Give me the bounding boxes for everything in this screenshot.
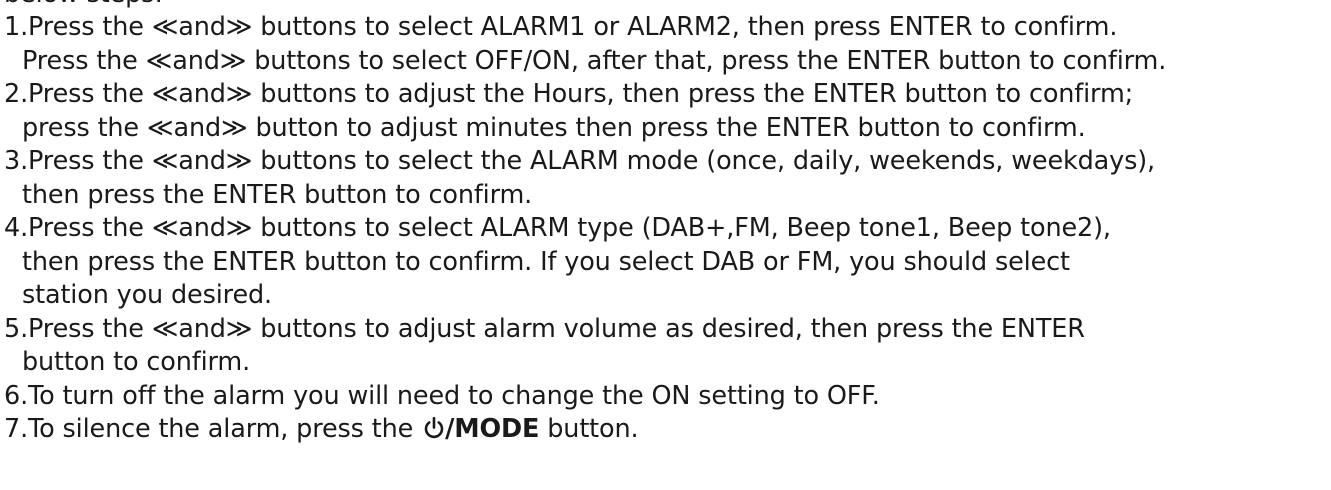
step-continuation-line: press the ≪and≫ button to adjust minutes… (0, 112, 1331, 146)
power-icon (423, 416, 445, 440)
step-first-line: 2.Press the ≪and≫ buttons to adjust the … (0, 78, 1331, 112)
step-item: 2.Press the ≪and≫ buttons to adjust the … (0, 78, 1331, 145)
step-continuation-line: then press the ENTER button to confirm. (0, 179, 1331, 213)
step-item: 7.To silence the alarm, press the /MODE … (0, 413, 1331, 447)
step-text: Press the ≪and≫ buttons to select ALARM … (28, 213, 1111, 243)
step-text: To silence the alarm, press the (28, 414, 422, 444)
manual-page: below steps: 1.Press the ≪and≫ buttons t… (0, 0, 1331, 490)
step-text: Press the ≪and≫ buttons to select the AL… (28, 146, 1155, 176)
step-text: station you desired. (22, 280, 272, 310)
step-text: Press the ≪and≫ buttons to select ALARM1… (28, 12, 1118, 42)
step-number: 5. (4, 313, 29, 344)
step-text: button to confirm. (22, 347, 251, 377)
step-number: 7. (4, 414, 29, 444)
step-first-line: 5.Press the ≪and≫ buttons to adjust alar… (0, 313, 1331, 347)
step-text: then press the ENTER button to confirm. … (22, 246, 1070, 277)
step-first-line: 6.To turn off the alarm you will need to… (0, 380, 1331, 414)
step-first-line: 1.Press the ≪and≫ buttons to select ALAR… (0, 11, 1331, 45)
step-text: To turn off the alarm you will need to c… (28, 380, 880, 411)
step-item: 6.To turn off the alarm you will need to… (0, 380, 1331, 414)
intro-fragment: below steps: (4, 0, 163, 12)
step-continuation-line: then press the ENTER button to confirm. … (0, 246, 1331, 280)
step-item: 4.Press the ≪and≫ buttons to select ALAR… (0, 212, 1331, 313)
step-item: 1.Press the ≪and≫ buttons to select ALAR… (0, 11, 1331, 78)
step-item: 3.Press the ≪and≫ buttons to select the … (0, 145, 1331, 212)
step-text: Press the ≪and≫ buttons to adjust alarm … (28, 313, 1085, 344)
step-number: 6. (4, 380, 29, 411)
step-first-line: 4.Press the ≪and≫ buttons to select ALAR… (0, 212, 1331, 246)
step-first-line: 3.Press the ≪and≫ buttons to select the … (0, 145, 1331, 179)
mode-button-label: /MODE (445, 414, 540, 444)
step-text: Press the ≪and≫ buttons to select OFF/ON… (22, 45, 1167, 76)
step-continuation-line: Press the ≪and≫ buttons to select OFF/ON… (0, 45, 1331, 79)
step-text: Press the ≪and≫ buttons to adjust the Ho… (28, 79, 1134, 109)
step-number: 3. (4, 146, 29, 176)
step-text: button. (539, 414, 639, 444)
step-continuation-line: station you desired. (0, 279, 1331, 313)
step-text: then press the ENTER button to confirm. (22, 179, 533, 210)
step-first-line: 7.To silence the alarm, press the /MODE … (0, 413, 1331, 447)
alarm-steps-list: 1.Press the ≪and≫ buttons to select ALAR… (0, 11, 1331, 447)
step-continuation-line: button to confirm. (0, 346, 1331, 380)
step-number: 2. (4, 79, 29, 109)
step-text: press the ≪and≫ button to adjust minutes… (22, 112, 1086, 143)
step-number: 1. (4, 12, 29, 42)
step-number: 4. (4, 213, 29, 243)
step-item: 5.Press the ≪and≫ buttons to adjust alar… (0, 313, 1331, 380)
